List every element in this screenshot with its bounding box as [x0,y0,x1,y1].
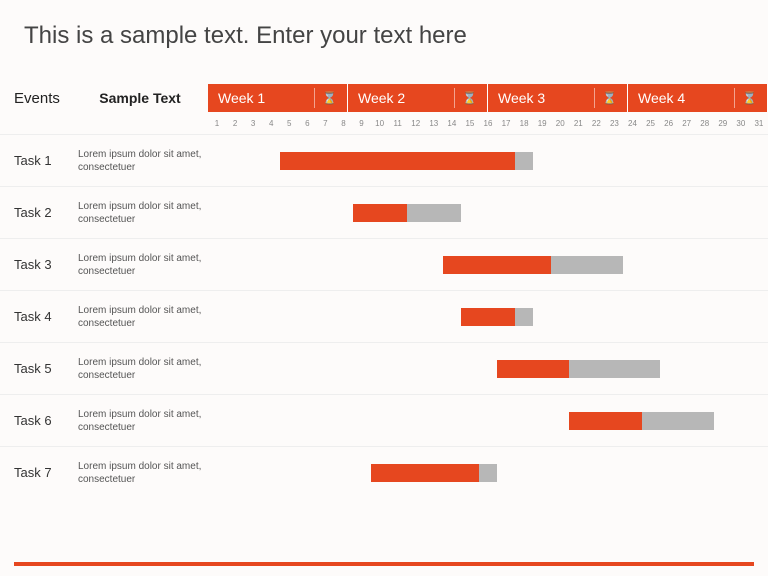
task-bar-progress [461,308,515,326]
task-track [208,395,768,446]
day-tick: 12 [407,119,425,128]
task-track [208,135,768,186]
week-header: Week 4 ⌛ [628,84,768,112]
task-track [208,291,768,342]
day-tick: 27 [678,119,696,128]
task-name: Task 5 [0,343,78,394]
week-headers: Week 1 ⌛ Week 2 ⌛ Week 3 ⌛ Week 4 ⌛ [208,84,768,112]
day-tick: 8 [334,119,352,128]
day-tick: 11 [389,119,407,128]
day-tick: 3 [244,119,262,128]
day-tick: 19 [533,119,551,128]
day-tick: 7 [316,119,334,128]
day-tick: 9 [353,119,371,128]
day-tick: 28 [696,119,714,128]
task-bar-progress [443,256,551,274]
task-bar-progress [280,152,515,170]
task-row: Task 2Lorem ipsum dolor sit amet, consec… [0,186,768,238]
task-track [208,343,768,394]
task-desc: Lorem ipsum dolor sit amet, consectetuer [78,447,208,498]
task-name: Task 4 [0,291,78,342]
day-tick: 22 [587,119,605,128]
task-row: Task 3Lorem ipsum dolor sit amet, consec… [0,238,768,290]
task-desc: Lorem ipsum dolor sit amet, consectetuer [78,395,208,446]
task-name: Task 7 [0,447,78,498]
day-tick: 20 [551,119,569,128]
task-track [208,447,768,498]
day-tick: 6 [298,119,316,128]
task-row: Task 1Lorem ipsum dolor sit amet, consec… [0,134,768,186]
days-row: 1234567891011121314151617181920212223242… [0,112,768,134]
task-row: Task 6Lorem ipsum dolor sit amet, consec… [0,394,768,446]
header-row: Events Sample Text Week 1 ⌛ Week 2 ⌛ Week 3 ⌛… [0,84,768,112]
week-label: Week 2 [358,90,405,106]
day-tick: 24 [623,119,641,128]
task-bar-progress [569,412,641,430]
desc-header: Sample Text [78,84,208,112]
task-rows: Task 1Lorem ipsum dolor sit amet, consec… [0,134,768,498]
task-name: Task 3 [0,239,78,290]
accent-rule [14,562,754,566]
day-tick: 13 [425,119,443,128]
day-tick: 10 [371,119,389,128]
task-track [208,187,768,238]
day-tick: 26 [660,119,678,128]
task-row: Task 5Lorem ipsum dolor sit amet, consec… [0,342,768,394]
day-tick: 23 [605,119,623,128]
task-track [208,239,768,290]
task-desc: Lorem ipsum dolor sit amet, consectetuer [78,291,208,342]
task-desc: Lorem ipsum dolor sit amet, consectetuer [78,135,208,186]
task-row: Task 7Lorem ipsum dolor sit amet, consec… [0,446,768,498]
week-label: Week 3 [498,90,545,106]
day-tick: 2 [226,119,244,128]
day-tick: 29 [714,119,732,128]
hourglass-icon: ⌛ [602,91,617,105]
task-name: Task 6 [0,395,78,446]
week-label: Week 1 [218,90,265,106]
task-desc: Lorem ipsum dolor sit amet, consectetuer [78,187,208,238]
hourglass-icon: ⌛ [462,91,477,105]
day-tick: 21 [569,119,587,128]
day-tick: 1 [208,119,226,128]
day-tick: 18 [515,119,533,128]
day-tick: 5 [280,119,298,128]
task-bar-progress [497,360,569,378]
task-desc: Lorem ipsum dolor sit amet, consectetuer [78,343,208,394]
page-title: This is a sample text. Enter your text h… [0,0,768,58]
task-bar-progress [353,204,407,222]
task-desc: Lorem ipsum dolor sit amet, consectetuer [78,239,208,290]
gantt-chart: Events Sample Text Week 1 ⌛ Week 2 ⌛ Week 3 ⌛… [0,84,768,552]
day-tick: 4 [262,119,280,128]
day-tick: 15 [461,119,479,128]
week-header: Week 2 ⌛ [348,84,488,112]
task-row: Task 4Lorem ipsum dolor sit amet, consec… [0,290,768,342]
hourglass-icon: ⌛ [742,91,757,105]
day-tick: 30 [732,119,750,128]
gantt-page: This is a sample text. Enter your text h… [0,0,768,576]
task-name: Task 1 [0,135,78,186]
week-label: Week 4 [638,90,685,106]
task-bar-progress [371,464,479,482]
hourglass-icon: ⌛ [322,91,337,105]
task-name: Task 2 [0,187,78,238]
week-header: Week 1 ⌛ [208,84,348,112]
day-tick: 16 [479,119,497,128]
day-tick: 25 [642,119,660,128]
day-tick: 14 [443,119,461,128]
day-scale: 1234567891011121314151617181920212223242… [208,112,768,134]
events-header: Events [0,84,78,112]
week-header: Week 3 ⌛ [488,84,628,112]
day-tick: 31 [750,119,768,128]
day-tick: 17 [497,119,515,128]
